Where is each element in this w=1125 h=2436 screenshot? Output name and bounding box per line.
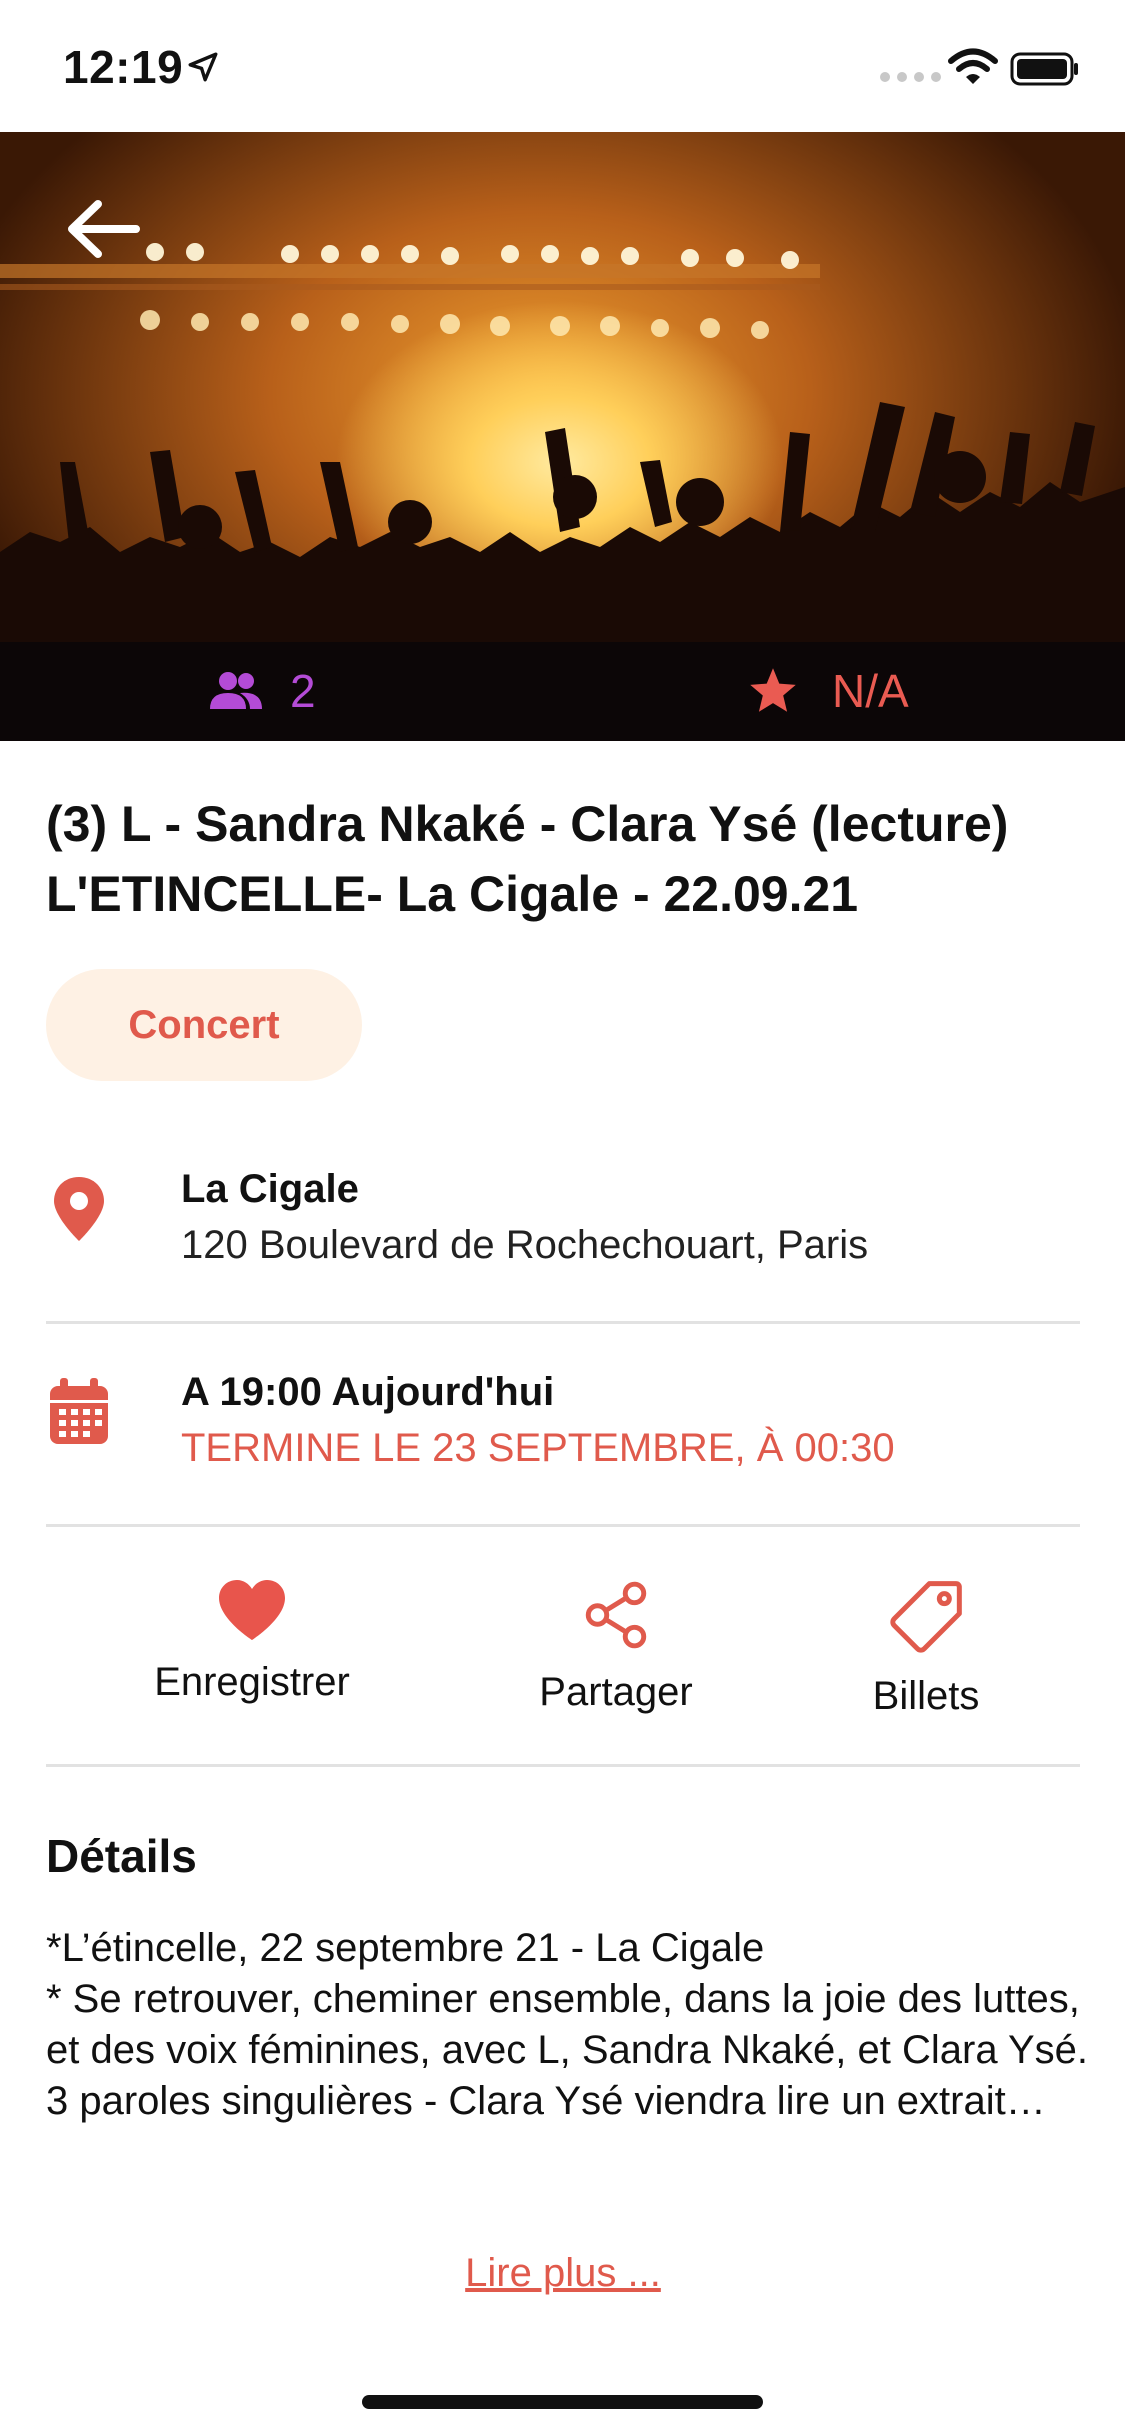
share-button[interactable]: Partager — [506, 1577, 726, 1715]
people-icon — [210, 672, 262, 709]
location-row[interactable]: La Cigale 120 Boulevard de Rochechouart,… — [46, 1121, 1080, 1324]
tag-icon — [890, 1581, 962, 1653]
event-stats-bar: 2 N/A — [0, 642, 1125, 741]
attendees-stat[interactable]: 2 — [208, 664, 316, 718]
venue-name: La Cigale — [181, 1167, 359, 1211]
share-label: Partager — [539, 1670, 693, 1714]
category-chip[interactable]: Concert — [46, 969, 362, 1081]
share-icon — [585, 1581, 647, 1649]
location-arrow-icon — [188, 52, 218, 82]
rating-stat[interactable]: N/A — [746, 664, 909, 718]
event-hero-image: 2 N/A — [0, 132, 1125, 741]
details-text: *L’étincelle, 22 septembre 21 - La Cigal… — [46, 1926, 1089, 2123]
calendar-icon — [50, 1378, 108, 1444]
rating-value: N/A — [832, 665, 909, 717]
status-time: 12:19 — [63, 41, 184, 93]
map-pin-icon — [54, 1177, 104, 1241]
star-icon — [750, 668, 796, 712]
details-heading: Détails — [46, 1830, 197, 1882]
venue-address: 120 Boulevard de Rochechouart, Paris — [181, 1223, 869, 1267]
event-time: A 19:00 Aujourd'hui — [181, 1370, 555, 1414]
save-button[interactable]: Enregistrer — [132, 1577, 372, 1705]
schedule-text: A 19:00 Aujourd'hui TERMINE LE 23 SEPTEM… — [181, 1364, 895, 1476]
tickets-button[interactable]: Billets — [846, 1577, 1006, 1719]
event-title: (3) L - Sandra Nkaké - Clara Ysé (lectur… — [46, 796, 1009, 922]
signal-icon — [880, 72, 941, 82]
event-detail-screen: 12:19 2 N/A (3) L - Sandra Nkaké - Clara… — [0, 0, 1125, 2436]
home-indicator[interactable] — [362, 2395, 763, 2409]
location-text: La Cigale 120 Boulevard de Rochechouart,… — [181, 1161, 868, 1273]
event-content: (3) L - Sandra Nkaké - Clara Ysé (lectur… — [46, 741, 1088, 2295]
back-arrow-icon[interactable] — [58, 184, 148, 274]
action-bar: Enregistrer Partager Billets — [46, 1527, 1080, 1767]
status-bar: 12:19 — [0, 0, 1125, 132]
tickets-label: Billets — [872, 1674, 980, 1718]
read-more-link[interactable]: Lire plus ... — [46, 2251, 1080, 2296]
event-end-time: TERMINE LE 23 SEPTEMBRE, À 00:30 — [181, 1426, 895, 1470]
save-label: Enregistrer — [154, 1660, 350, 1704]
heart-icon — [219, 1580, 285, 1640]
schedule-row: A 19:00 Aujourd'hui TERMINE LE 23 SEPTEM… — [46, 1324, 1080, 1527]
battery-icon — [1010, 52, 1078, 86]
attendees-count: 2 — [290, 665, 316, 717]
wifi-icon — [948, 48, 998, 84]
